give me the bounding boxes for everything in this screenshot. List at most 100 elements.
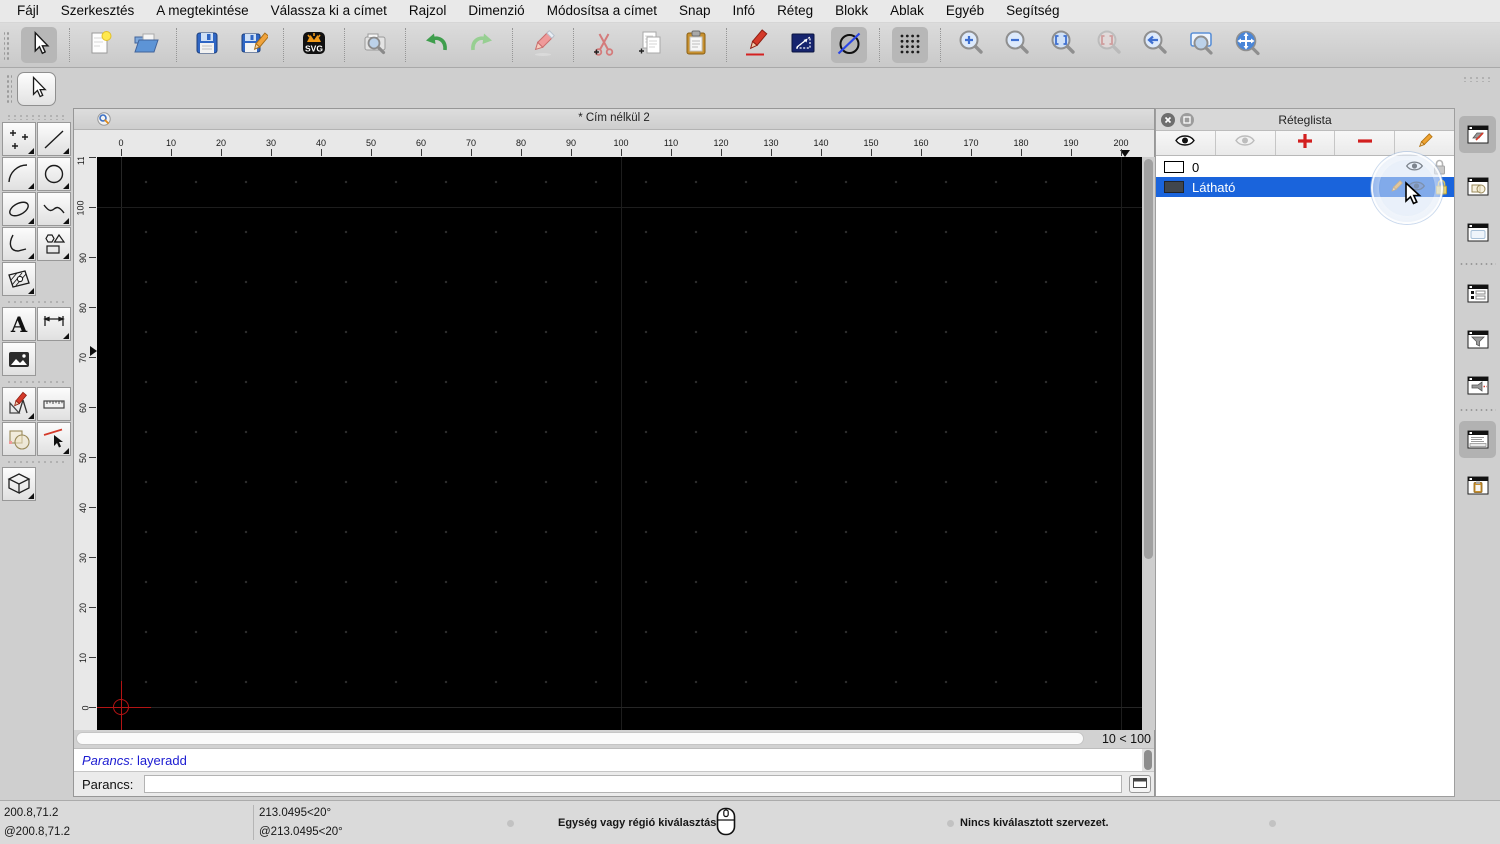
image-tool-button[interactable]: [2, 342, 36, 376]
ruler-h-tick: 50: [366, 138, 376, 156]
new-document-button[interactable]: [82, 27, 118, 63]
canvas-horizontal-scrollbar[interactable]: [76, 732, 1084, 745]
drawing-canvas[interactable]: [97, 157, 1142, 730]
layer-list-panel-button[interactable]: [1459, 116, 1496, 153]
document-titlebar[interactable]: * Cím nélkül 2: [74, 109, 1154, 130]
menu-item-12[interactable]: Ablak: [879, 0, 935, 22]
toolbar-separator: [512, 28, 513, 62]
menu-item-1[interactable]: Fájl: [6, 0, 50, 22]
show-all-layers-button[interactable]: [1156, 131, 1216, 155]
freehand-draw-button[interactable]: [739, 27, 775, 63]
menu-item-2[interactable]: Szerkesztés: [50, 0, 146, 22]
solid-3d-tool-button[interactable]: [2, 467, 36, 501]
menu-item-4[interactable]: Válassza ki a címet: [260, 0, 398, 22]
paste-button[interactable]: [678, 27, 714, 63]
toolbar-separator: [283, 28, 284, 62]
add-layer-button[interactable]: [1276, 131, 1336, 155]
circle-tool-button[interactable]: [37, 157, 71, 191]
select-tool-button[interactable]: [21, 27, 57, 63]
delete-button[interactable]: [525, 27, 561, 63]
palette-group-separator: [6, 300, 66, 304]
points-tool-button[interactable]: [2, 122, 36, 156]
view-panel-button[interactable]: [1459, 367, 1496, 404]
ruler-h-tick: 100: [613, 138, 629, 156]
spline-tool-button[interactable]: [37, 192, 71, 226]
command-line-panel-button[interactable]: [1459, 421, 1496, 458]
main-toolbar: SVG: [0, 23, 1500, 68]
trim-tool-button[interactable]: [37, 422, 71, 456]
measure-tool-button[interactable]: [37, 387, 71, 421]
history-scrollbar[interactable]: [1142, 749, 1154, 771]
menu-item-9[interactable]: Infó: [722, 0, 767, 22]
selection-filter-panel-button[interactable]: [1459, 321, 1496, 358]
cut-button[interactable]: [586, 27, 622, 63]
menu-item-5[interactable]: Rajzol: [398, 0, 458, 22]
save-as-button[interactable]: [235, 27, 271, 63]
ellipse-tool-button[interactable]: [2, 192, 36, 226]
menu-item-3[interactable]: A megtekintése: [145, 0, 259, 22]
property-editor-panel-button[interactable]: [1459, 275, 1496, 312]
save-button[interactable]: [189, 27, 225, 63]
hide-all-layers-button[interactable]: [1216, 131, 1276, 155]
save-floppy-icon: [192, 28, 222, 63]
ruler-v-tick: 110: [76, 157, 96, 165]
modify-tool-button[interactable]: [2, 387, 36, 421]
menu-item-7[interactable]: Módosítsa a címet: [536, 0, 668, 22]
grid-toggle-button[interactable]: [892, 27, 928, 63]
clipboard-panel-button[interactable]: [1459, 467, 1496, 504]
text-tool-button[interactable]: A: [2, 307, 36, 341]
select-arrow-icon: [25, 29, 53, 62]
ortho-dimension-button[interactable]: [785, 27, 821, 63]
menu-item-13[interactable]: Egyéb: [935, 0, 995, 22]
redo-button[interactable]: [464, 27, 500, 63]
pan-button[interactable]: [1229, 27, 1265, 63]
menu-item-11[interactable]: Blokk: [824, 0, 879, 22]
layer-panel-header[interactable]: Réteglista: [1156, 109, 1454, 131]
polyline-tool-button[interactable]: [2, 227, 36, 261]
shapes-tool-button[interactable]: [37, 227, 71, 261]
undo-button[interactable]: [418, 27, 454, 63]
line-tool-button[interactable]: [37, 122, 71, 156]
zoom-auto-button[interactable]: [1045, 27, 1081, 63]
palette-select-button[interactable]: [17, 72, 56, 106]
coordinate-relative: @200.8,71.2: [4, 826, 71, 838]
grid-axis-x: [97, 707, 1142, 708]
palette-drag-handle[interactable]: [6, 74, 12, 104]
open-file-button[interactable]: [128, 27, 164, 63]
dock-drag-handle[interactable]: [1462, 76, 1494, 82]
pan-icon: [1232, 28, 1262, 63]
remove-layer-button[interactable]: [1335, 131, 1396, 155]
zoom-selection-button[interactable]: [1091, 27, 1127, 63]
zoom-previous-button[interactable]: [1137, 27, 1173, 63]
menu-item-8[interactable]: Snap: [668, 0, 722, 22]
layer-color-swatch[interactable]: [1164, 181, 1184, 193]
svg-export-button[interactable]: SVG: [296, 27, 332, 63]
command-input[interactable]: [144, 775, 1122, 793]
zoom-previous-icon: [1140, 28, 1170, 63]
print-preview-button[interactable]: [357, 27, 393, 63]
palette-drag-handle[interactable]: [6, 114, 68, 120]
menu-item-6[interactable]: Dimenzió: [457, 0, 535, 22]
zoom-in-button[interactable]: [953, 27, 989, 63]
canvas-vertical-scrollbar[interactable]: [1142, 157, 1155, 730]
scrollbar-thumb[interactable]: [1144, 750, 1152, 770]
zoom-out-button[interactable]: [999, 27, 1035, 63]
dimension-tool-button[interactable]: [37, 307, 71, 341]
zoom-window-button[interactable]: [1183, 27, 1219, 63]
ruler-h-tick: 60: [416, 138, 426, 156]
copy-button[interactable]: [632, 27, 668, 63]
layer-color-swatch[interactable]: [1164, 161, 1184, 173]
toolbar-drag-handle[interactable]: [4, 30, 11, 60]
boolean-shapes-tool-button[interactable]: [2, 422, 36, 456]
draft-mode-button[interactable]: [831, 27, 867, 63]
block-list-panel-button[interactable]: [1459, 168, 1496, 205]
command-options-button[interactable]: [1129, 775, 1151, 793]
library-browser-panel-button[interactable]: [1459, 214, 1496, 251]
grid-major-line: [621, 157, 622, 730]
menu-item-14[interactable]: Segítség: [995, 0, 1070, 22]
hatch-tool-button[interactable]: [2, 262, 36, 296]
ruler-h-tick: 0: [118, 138, 124, 156]
scrollbar-thumb[interactable]: [1144, 159, 1153, 559]
menu-item-10[interactable]: Réteg: [766, 0, 824, 22]
arc-tool-button[interactable]: [2, 157, 36, 191]
